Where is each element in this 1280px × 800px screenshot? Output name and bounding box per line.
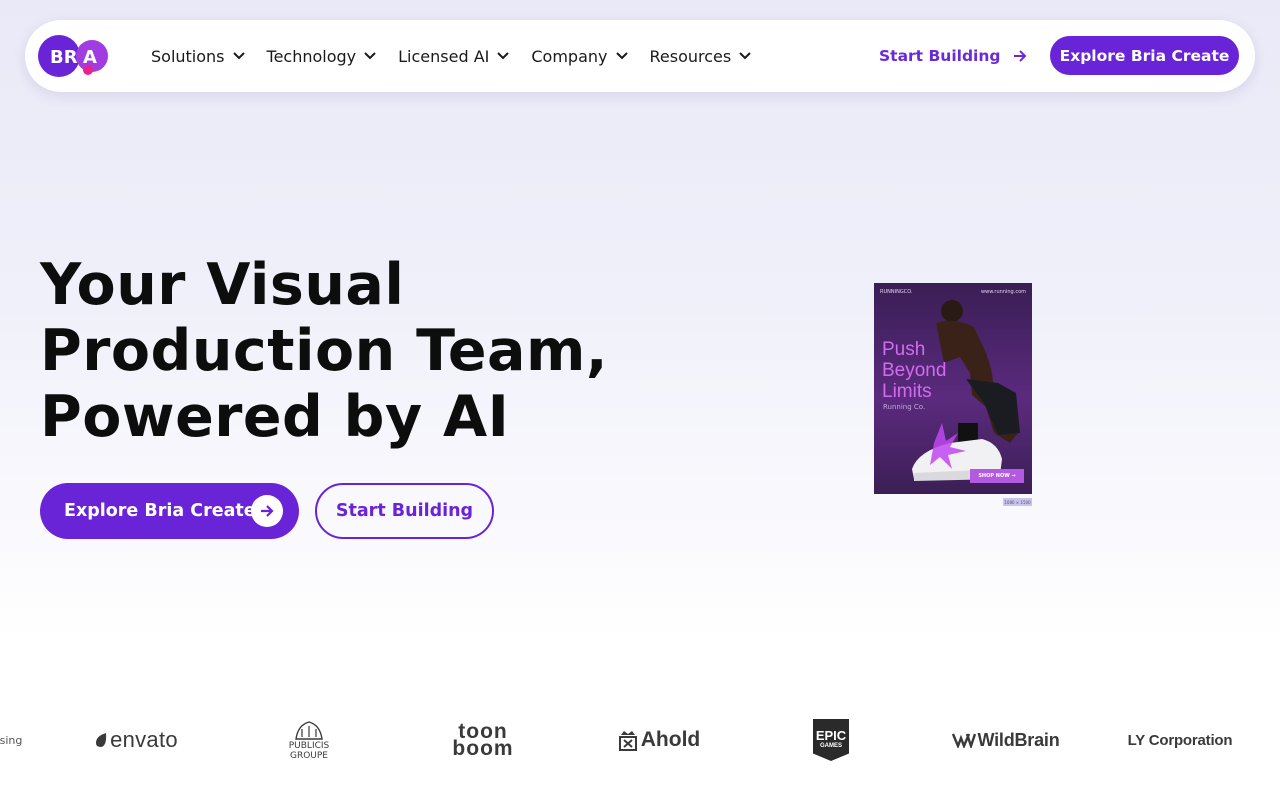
chevron-down-icon — [615, 52, 628, 60]
hero-title: Your Visual Production Team, Powered by … — [40, 252, 660, 450]
hero-start-building-button[interactable]: Start Building — [315, 483, 494, 539]
top-navigation: BR A Solutions Technology Licensed AI Co… — [25, 20, 1255, 92]
nav-item-company[interactable]: Company — [531, 46, 628, 66]
publicis-line1: PUBLICIS — [288, 741, 330, 751]
leaf-icon — [96, 733, 107, 747]
nav-item-resources[interactable]: Resources — [650, 47, 752, 66]
hero-title-line: Powered by AI — [40, 384, 510, 450]
nav-item-label: Resources — [649, 46, 732, 66]
chevron-down-icon — [739, 52, 751, 60]
ahold-label: Ahold — [640, 728, 701, 751]
chevron-down-icon — [364, 52, 376, 60]
publicis-logo: PUBLICIS GROUPE — [284, 710, 334, 770]
hero-title-line: Production Team, — [40, 318, 609, 384]
ad-subtitle: Running Co. — [883, 403, 926, 411]
svg-text:A: A — [83, 47, 97, 68]
nav-item-licensed-ai[interactable]: Licensed AI — [398, 46, 510, 66]
start-building-label: Start Building — [879, 47, 1001, 65]
arrow-circle-icon — [251, 495, 283, 527]
ly-corporation-logo: LY Corporation — [1127, 731, 1233, 749]
nav-item-label: Solutions — [151, 46, 225, 66]
ad-headline: Push Beyond Limits — [882, 339, 947, 402]
epic-line2: GAMES — [819, 743, 842, 749]
hero-explore-button[interactable]: Explore Bria Create — [40, 483, 299, 539]
ad-url: www.running.com — [981, 289, 1026, 295]
ad-shop-now-button: SHOP NOW → — [970, 469, 1024, 483]
epic-line1: EPIC — [815, 728, 847, 743]
envato-label: envato — [110, 727, 178, 752]
epic-shield: EPIC GAMES — [813, 719, 849, 761]
ahold-logo: Ahold — [614, 710, 704, 770]
nav-item-solutions[interactable]: Solutions — [151, 47, 245, 66]
wildbrain-logo: WildBrain — [946, 710, 1066, 770]
customer-logo-strip: sing envato PUBLICIS GROUPE toon boom Ah… — [0, 710, 1280, 770]
nav-item-label: Company — [531, 46, 608, 66]
arrow-right-icon — [1013, 50, 1026, 62]
chevron-down-icon — [497, 52, 510, 60]
nav-item-label: Licensed AI — [398, 46, 490, 66]
nav-item-label: Technology — [266, 46, 357, 66]
crown-emblem-icon — [618, 731, 637, 751]
wildbrain-label: WildBrain — [977, 729, 1060, 750]
w-mark-icon — [952, 733, 977, 748]
start-building-link[interactable]: Start Building — [879, 20, 1027, 92]
epic-games-logo: EPIC GAMES — [813, 710, 849, 770]
hero-title-line: Your Visual — [40, 252, 405, 318]
ad-brand: RUNNINGCO. — [880, 289, 913, 295]
hero-explore-label: Explore Bria Create — [64, 501, 256, 521]
chevron-down-icon — [232, 52, 245, 60]
nav-item-technology[interactable]: Technology — [267, 47, 377, 66]
svg-text:BR: BR — [50, 47, 78, 68]
bria-logo[interactable]: BR A — [38, 35, 108, 77]
envato-logo: envato — [86, 710, 186, 770]
ad-size-tag: 1080 × 1500 — [1003, 498, 1032, 506]
lion-emblem-icon — [295, 721, 323, 740]
toonboom-logo: toon boom — [448, 710, 518, 770]
toonboom-line2: boom — [452, 737, 514, 760]
nav-menu: Solutions Technology Licensed AI Company… — [151, 20, 773, 92]
partial-logo: sing — [0, 733, 23, 747]
ad-creative-preview: RUNNINGCO. www.running.com Push Beyond L… — [874, 283, 1032, 494]
explore-bria-create-button[interactable]: Explore Bria Create — [1050, 36, 1239, 75]
publicis-line2: GROUPE — [289, 751, 328, 761]
